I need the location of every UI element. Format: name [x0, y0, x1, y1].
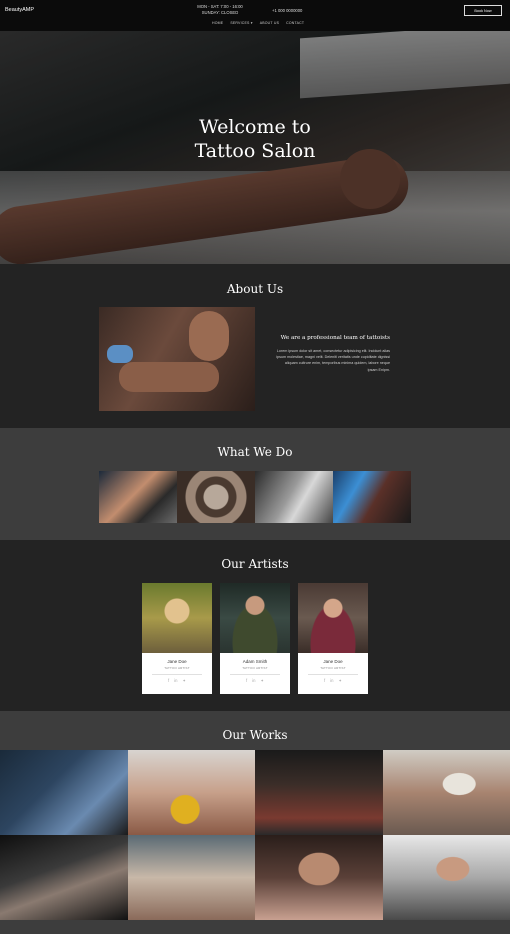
divider	[230, 674, 280, 675]
about-section: About Us We are a professional team of t…	[0, 264, 510, 428]
work-image[interactable]	[0, 750, 128, 835]
social-links: f in ✦	[298, 678, 368, 683]
nav-home[interactable]: HOME	[212, 21, 223, 25]
twitter-icon[interactable]: ✦	[338, 678, 342, 683]
what-we-do-section: What We Do	[0, 428, 510, 540]
artist-role: TATTOO ARTIST	[164, 666, 190, 670]
artist-photo	[220, 583, 290, 653]
artist-card[interactable]: Jane Doe TATTOO ARTIST f in ✦	[298, 583, 368, 694]
works-section: Our Works	[0, 711, 510, 934]
divider	[152, 674, 202, 675]
opening-hours: MON - SAT: 7:00 - 16:00 SUNDAY: CLOSED	[190, 4, 250, 16]
nav-about[interactable]: ABOUT US	[260, 21, 279, 25]
facebook-icon[interactable]: f	[324, 678, 325, 683]
works-gallery	[0, 750, 510, 920]
service-gallery	[99, 471, 411, 523]
artist-name: Jane Doe	[323, 659, 343, 664]
linkedin-icon[interactable]: in	[174, 678, 177, 683]
artist-photo	[142, 583, 212, 653]
work-image[interactable]	[382, 750, 510, 835]
about-image-glove	[107, 345, 133, 363]
site-header: BeautyAMP MON - SAT: 7:00 - 16:00 SUNDAY…	[0, 0, 510, 31]
hero-title: Welcome to Tattoo Salon	[0, 115, 510, 163]
service-image[interactable]	[255, 471, 333, 523]
artist-role: TATTOO ARTIST	[242, 666, 268, 670]
hero-title-line2: Tattoo Salon	[194, 140, 316, 162]
artists-section: Our Artists Jane Doe TATTOO ARTIST f in …	[0, 540, 510, 711]
work-image[interactable]	[255, 750, 383, 835]
about-image	[99, 307, 255, 411]
work-image[interactable]	[0, 835, 128, 920]
phone-number[interactable]: +1 000 0000000	[272, 8, 302, 13]
artists-title: Our Artists	[221, 557, 289, 571]
about-body: Lorem ipsum dolor sit amet, consectetur …	[276, 349, 390, 372]
about-image-arm	[119, 362, 219, 392]
about-title: About Us	[226, 282, 284, 296]
work-image[interactable]	[127, 750, 255, 835]
what-we-do-title: What We Do	[217, 445, 293, 459]
artist-card[interactable]: Adam Smith TATTOO ARTIST f in ✦	[220, 583, 290, 694]
book-now-button[interactable]: Book Now	[464, 5, 502, 16]
work-image[interactable]	[255, 835, 383, 920]
social-links: f in ✦	[220, 678, 290, 683]
twitter-icon[interactable]: ✦	[182, 678, 186, 683]
artist-name: Adam Smith	[242, 659, 268, 664]
about-text-block: We are a professional team of tattoists …	[276, 335, 390, 373]
service-image[interactable]	[99, 471, 177, 523]
artist-photo	[298, 583, 368, 653]
work-image[interactable]	[127, 835, 255, 920]
artist-card[interactable]: Jane Doe TATTOO ARTIST f in ✦	[142, 583, 212, 694]
artist-name: Jane Doe	[167, 659, 187, 664]
logo[interactable]: BeautyAMP	[5, 7, 34, 13]
nav-contact[interactable]: CONTACT	[286, 21, 304, 25]
hero-section: Welcome to Tattoo Salon	[0, 31, 510, 264]
twitter-icon[interactable]: ✦	[260, 678, 264, 683]
hours-sunday: SUNDAY: CLOSED	[201, 10, 239, 15]
divider	[308, 674, 358, 675]
nav-services[interactable]: SERVICES ▾	[230, 21, 252, 25]
linkedin-icon[interactable]: in	[252, 678, 255, 683]
main-nav: HOME SERVICES ▾ ABOUT US CONTACT	[212, 21, 304, 25]
work-image[interactable]	[382, 835, 510, 920]
about-image-artist	[189, 311, 229, 361]
service-image[interactable]	[177, 471, 255, 523]
works-title: Our Works	[222, 728, 288, 742]
about-subtitle: We are a professional team of tattoists	[280, 335, 390, 341]
facebook-icon[interactable]: f	[246, 678, 247, 683]
facebook-icon[interactable]: f	[168, 678, 169, 683]
hero-title-line1: Welcome to	[199, 116, 311, 138]
social-links: f in ✦	[142, 678, 212, 683]
linkedin-icon[interactable]: in	[330, 678, 333, 683]
artist-role: TATTOO ARTIST	[320, 666, 346, 670]
service-image[interactable]	[333, 471, 411, 523]
